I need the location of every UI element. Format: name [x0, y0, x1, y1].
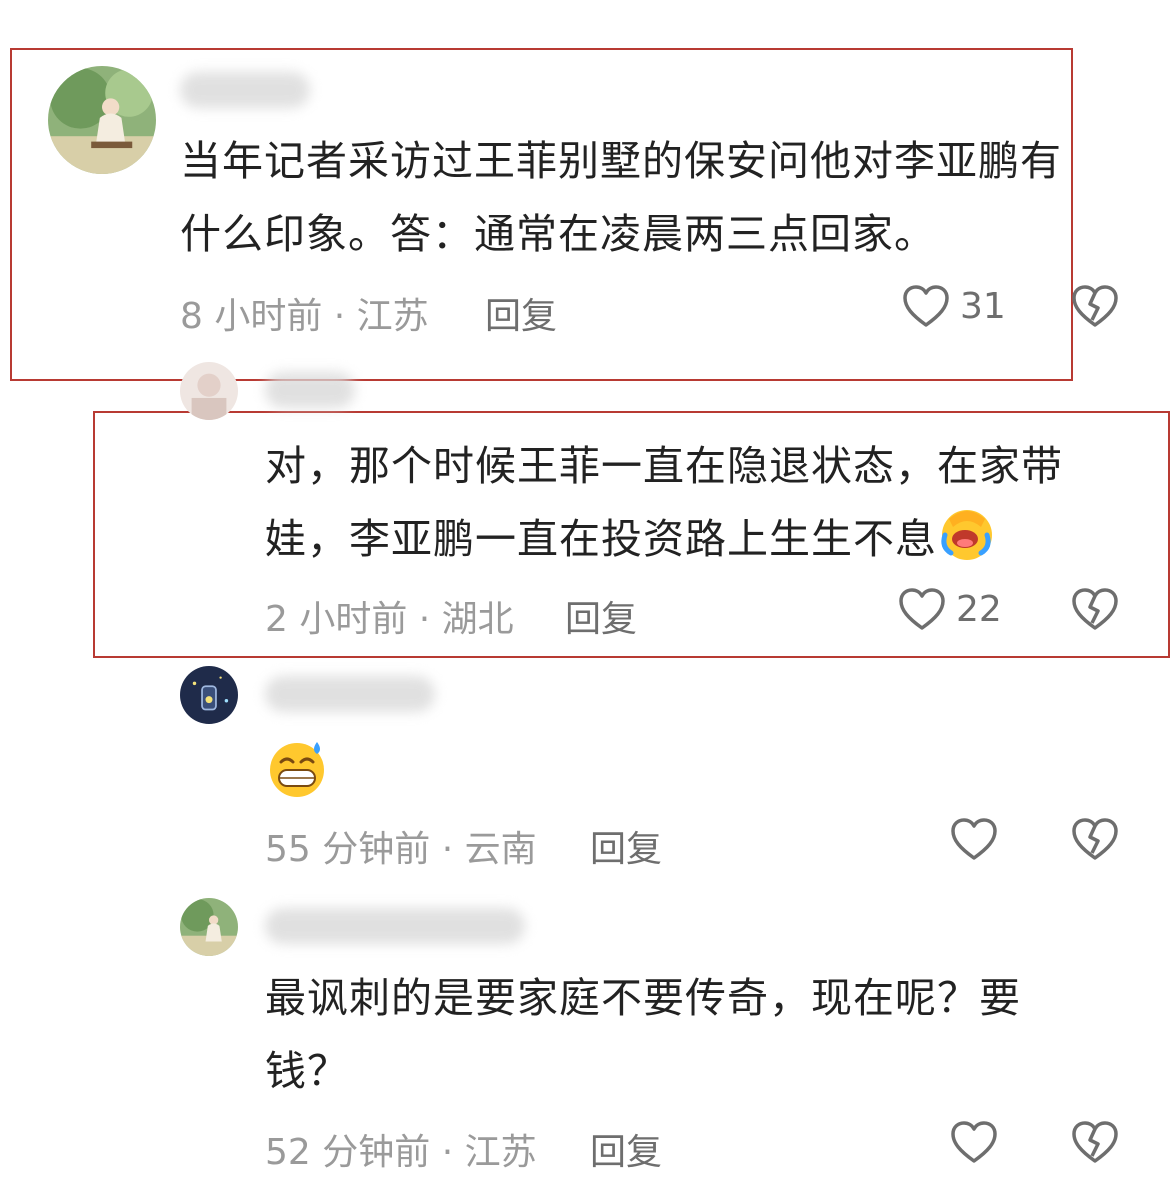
laughing-crying-emoji-icon: [937, 505, 995, 584]
heart-outline-icon: [951, 818, 997, 860]
username-blurred[interactable]: [265, 908, 525, 944]
heart-outline-icon: [951, 1121, 997, 1163]
username-blurred[interactable]: [265, 372, 355, 408]
comment-meta: 52 分钟前 · 江苏: [265, 1132, 537, 1173]
reply-button[interactable]: 回复: [590, 820, 662, 872]
comment-meta: 55 分钟前 · 云南: [265, 829, 537, 870]
comment-text-line-2: 娃，李亚鹏一直在投资路上生生不息: [265, 503, 995, 584]
heart-outline-icon: [899, 588, 945, 630]
like-button[interactable]: 31: [902, 284, 1006, 328]
broken-heart-icon: [1072, 588, 1118, 630]
avatar[interactable]: [48, 66, 156, 174]
broken-heart-icon: [1072, 285, 1118, 327]
comment-text-line-1: 当年记者采访过王菲别墅的保安问他对李亚鹏有: [180, 137, 1062, 185]
broken-heart-icon: [1072, 1121, 1118, 1163]
comment-text-content: 娃，李亚鹏一直在投资路上生生不息: [265, 515, 937, 563]
reply-button[interactable]: 回复: [565, 590, 637, 642]
comment-meta: 2 小时前 · 湖北: [265, 599, 514, 640]
username-blurred[interactable]: [180, 72, 310, 108]
like-button[interactable]: [950, 817, 998, 861]
avatar[interactable]: [180, 666, 238, 724]
like-count: 31: [960, 285, 1006, 327]
dislike-button[interactable]: [1072, 587, 1118, 635]
comment-meta: 8 小时前 · 江苏: [180, 296, 429, 337]
dislike-button[interactable]: [1072, 1120, 1118, 1168]
comment-text-line-2: 什么印象。答：通常在凌晨两三点回家。: [180, 210, 936, 258]
grinning-sweat-emoji-icon: [265, 738, 329, 802]
username-blurred[interactable]: [265, 676, 435, 712]
avatar-image: [48, 66, 156, 174]
comment-text-line-2: 钱？: [265, 1047, 349, 1095]
heart-outline-icon: [903, 285, 949, 327]
reply-button[interactable]: 回复: [485, 287, 557, 339]
like-button[interactable]: [950, 1120, 998, 1164]
avatar-image: [180, 666, 238, 724]
dislike-button[interactable]: [1072, 817, 1118, 865]
reply-button[interactable]: 回复: [590, 1123, 662, 1175]
broken-heart-icon: [1072, 818, 1118, 860]
comment-text-line-1: 最讽刺的是要家庭不要传奇，现在呢？要: [265, 974, 1021, 1022]
avatar-image: [180, 898, 238, 956]
like-count: 22: [956, 588, 1002, 630]
avatar[interactable]: [180, 898, 238, 956]
dislike-button[interactable]: [1072, 284, 1118, 332]
like-button[interactable]: 22: [898, 587, 1002, 631]
avatar-image: [180, 362, 238, 420]
comment-text-line-1: 对，那个时候王菲一直在隐退状态，在家带: [265, 442, 1063, 490]
avatar[interactable]: [180, 362, 238, 420]
